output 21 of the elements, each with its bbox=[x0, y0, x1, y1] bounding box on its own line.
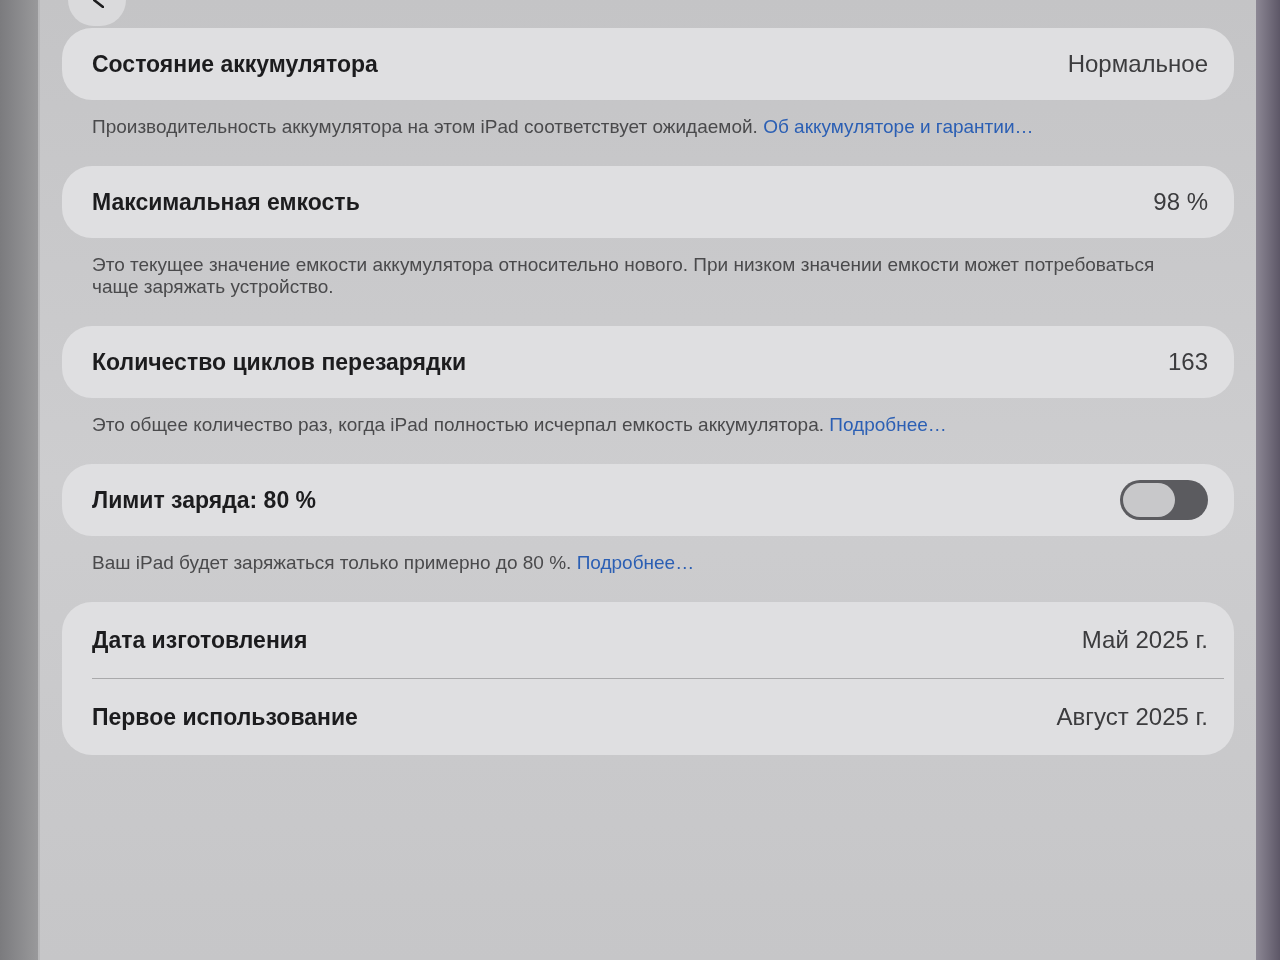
row-value: Май 2025 г. bbox=[1081, 626, 1208, 654]
row-value: 98 % bbox=[1153, 188, 1208, 216]
row-label: Дата изготовления bbox=[92, 626, 308, 654]
row-label: Максимальная емкость bbox=[92, 188, 360, 216]
section-footer: Производительность аккумулятора на этом iPad соответствует ожидаемой. Об аккумуляторе и гарантии… bbox=[62, 100, 1234, 166]
row-label: Первое использование bbox=[92, 703, 358, 731]
toggle-switch[interactable] bbox=[1120, 480, 1208, 520]
more-link[interactable]: Об аккумуляторе и гарантии… bbox=[763, 116, 1034, 137]
row-label: Лимит заряда: 80 % bbox=[92, 486, 317, 514]
back-button[interactable] bbox=[68, 0, 126, 26]
section-footer: Это текущее значение емкости аккумулятора относительно нового. При низком значении емкости может потребоваться чаще заряжать устройство. bbox=[62, 238, 1234, 326]
row-value: Август 2025 г. bbox=[1056, 703, 1208, 731]
row-value: Нормальное bbox=[1067, 50, 1208, 78]
chevron-icon bbox=[93, 0, 104, 8]
row-label: Состояние аккумулятора bbox=[92, 50, 378, 78]
more-link[interactable]: Подробнее… bbox=[829, 414, 947, 435]
more-link[interactable]: Подробнее… bbox=[576, 552, 695, 573]
section-footer: Ваш iPad будет заряжаться только примерно до 80 %. Подробнее… bbox=[62, 536, 1234, 602]
section-footer: Это общее количество раз, когда iPad полностью исчерпал емкость аккумулятора. Подробнее… bbox=[62, 398, 1234, 464]
row-label: Количество циклов перезарядки bbox=[92, 348, 467, 376]
row-value: 163 bbox=[1167, 348, 1208, 376]
